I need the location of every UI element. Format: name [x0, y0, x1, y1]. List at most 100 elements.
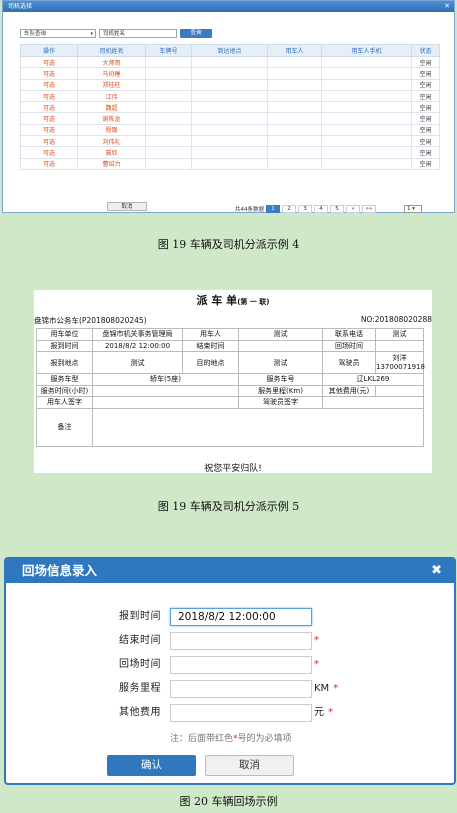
confirm-button[interactable]: 确认 [107, 755, 196, 776]
field-input[interactable] [170, 632, 312, 650]
cell [92, 407, 424, 447]
cell [375, 384, 424, 397]
required-marker: * [333, 683, 339, 694]
dispatch-table: 用车单位 盘锦市机关事务管理局 用车人 测试 联系电话 测试 报到时间 2018… [36, 328, 425, 447]
cell: 目的地点 [182, 351, 239, 374]
driver-name: 刘伟礼 [77, 135, 146, 148]
sheet-number: NO:201808020288 [360, 315, 432, 324]
select-link[interactable]: 可选 [20, 67, 78, 80]
cell: 用车人 [182, 328, 239, 341]
dispatch-row-1: 用车单位 盘锦市机关事务管理局 用车人 测试 联系电话 测试 [36, 328, 424, 341]
unit-label: KM [314, 683, 330, 694]
dispatch-row-7: 备注 [36, 407, 424, 447]
field-input[interactable] [170, 656, 312, 674]
select-link[interactable]: 可选 [20, 157, 78, 170]
table-row: 可选 江伟 空闲 [20, 89, 440, 103]
cell: 测试 [92, 351, 183, 374]
close-icon[interactable]: ✕ [444, 1, 450, 12]
page-button[interactable]: 5 [330, 205, 344, 213]
column-header: 状态 [411, 44, 440, 57]
form-row: 报到时间 2018/8/2 12:00:00 [6, 608, 454, 626]
driver-filters: 车队查询 ▾ 司机姓名 查询 [20, 29, 212, 39]
field-input[interactable] [170, 704, 312, 722]
cell [92, 396, 239, 409]
select-link[interactable]: 可选 [20, 55, 78, 69]
cancel-button[interactable]: 取消 [107, 202, 147, 211]
cell: 服务时间(小时) [36, 384, 93, 397]
select-link[interactable]: 可选 [20, 146, 78, 159]
cell: 结束时间 [182, 339, 239, 352]
user-cell [267, 146, 322, 159]
cell: 2018/8/2 12:00:00 [92, 339, 183, 352]
plate-cell [145, 135, 192, 148]
cell: 报到地点 [36, 351, 93, 374]
form-row: 结束时间 * [6, 632, 454, 650]
plate-cell [145, 78, 192, 91]
page-buttons: 1 2 3 4 5»»» [266, 205, 376, 213]
select-link[interactable]: 可选 [20, 78, 78, 91]
column-header: 操作 [20, 44, 78, 57]
driver-name: 谢陈龙 [77, 112, 146, 125]
field-input[interactable]: 2018/8/2 12:00:00 [170, 608, 312, 626]
required-note: 注：后面带红色*号的为必填项 [170, 731, 292, 744]
status-cell: 空闲 [411, 55, 440, 69]
status-cell: 空闲 [411, 157, 440, 170]
return-dialog-titlebar: 回场信息录入 ✖ [6, 559, 454, 583]
select-link[interactable]: 可选 [20, 123, 78, 137]
driver-cell: 刘洋 13700071918 [375, 351, 425, 374]
cell: 回场时间 [322, 339, 376, 352]
field-suffix: KM * [314, 680, 338, 698]
cell [92, 384, 239, 397]
user-phone-cell [321, 101, 412, 114]
page-button[interactable]: 4 [314, 205, 328, 213]
cell: 服务里程(Km) [238, 384, 323, 397]
driver-name: 江伟 [77, 89, 146, 103]
page-button[interactable]: 2 [282, 205, 296, 213]
select-link[interactable]: 可选 [20, 112, 78, 125]
driver-name: 程璐 [77, 123, 146, 137]
driver-name: 郑桂柱 [77, 78, 146, 91]
required-marker: * [328, 707, 333, 718]
sheet-title-text: 派 车 单 [196, 294, 238, 307]
dispatch-row-4: 服务车型 轿车(5座) 服务车号 辽LKL269 [36, 373, 424, 386]
query-button[interactable]: 查询 [180, 29, 212, 38]
plate-cell [145, 67, 192, 80]
driver-name-input[interactable]: 司机姓名 [99, 29, 177, 38]
cancel-button[interactable]: 取消 [205, 755, 294, 776]
select-link[interactable]: 可选 [20, 101, 78, 114]
cell: 联系电话 [322, 328, 376, 341]
column-header: 用车人手机 [321, 44, 412, 57]
user-cell [267, 101, 322, 114]
cell: 其他费用(元) [322, 384, 376, 397]
page-button[interactable]: 1 [266, 205, 280, 213]
cell [375, 339, 424, 352]
field-label: 结束时间 [119, 635, 161, 646]
sheet-footer: 祝您平安归队! [204, 464, 262, 474]
driver-table: 操作 司机姓名 车牌号 到达地点 用车人 用车人手机 状态 可选 大帅哥 空闲 可选 马协睡 空闲 可选… [20, 44, 440, 170]
pagination: 共44条数据 1 2 3 4 5»»» 1 ▾ [235, 205, 422, 213]
page-select[interactable]: 1 ▾ [404, 205, 422, 213]
column-header: 到达地点 [191, 44, 268, 57]
destination-cell [191, 123, 268, 137]
plate-cell [145, 157, 192, 170]
page-button[interactable]: »» [362, 205, 376, 213]
table-row: 可选 曹绍力 空闲 [20, 157, 440, 170]
page-button[interactable]: 3 [298, 205, 312, 213]
cell: 轿车(5座) [92, 373, 239, 386]
caption-figure-19-5: 图 19 车辆及司机分派示例 5 [157, 500, 300, 513]
close-icon[interactable]: ✖ [431, 559, 442, 583]
fleet-select[interactable]: 车队查询 ▾ [20, 29, 96, 38]
field-input[interactable] [170, 680, 312, 698]
plate-cell [145, 101, 192, 114]
select-link[interactable]: 可选 [20, 89, 78, 103]
user-phone-cell [321, 123, 412, 137]
table-row: 可选 马协睡 空闲 [20, 67, 440, 80]
cell: 测试 [375, 328, 424, 341]
column-header: 用车人 [267, 44, 322, 57]
status-cell: 空闲 [411, 78, 440, 91]
page-button[interactable]: » [346, 205, 360, 213]
table-row: 可选 冀欣 空闲 [20, 146, 440, 159]
select-link[interactable]: 可选 [20, 135, 78, 148]
sheet-title: 派 车 单(第 一 联) [34, 292, 432, 308]
cell: 测试 [238, 328, 323, 341]
